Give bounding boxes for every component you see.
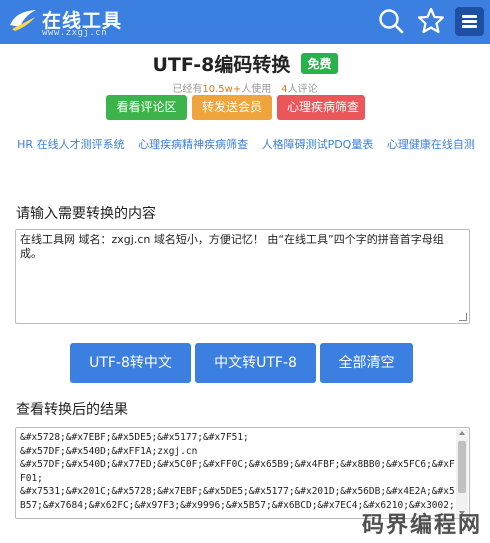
users-count: 10.5w+ [202,84,242,95]
link-hr-assessment[interactable]: HR 在线人才测评系统 [17,138,124,151]
usage-stats: 已经有10.5w+人使用 4人评论 [172,84,318,95]
input-label: 请输入需要转换的内容 [16,206,156,222]
search-icon [379,9,404,34]
view-comments-button[interactable]: 看看评论区 [106,95,187,120]
clear-all-button[interactable]: 全部清空 [320,343,413,383]
utf8-to-chinese-button[interactable]: UTF-8转中文 [70,343,191,383]
star-icon [417,7,445,34]
scroll-thumb[interactable] [458,441,466,493]
link-mental-screening[interactable]: 心理疾病精神疾病筛查 [138,138,248,151]
menu-icon [462,15,477,18]
share-membership-button[interactable]: 转发送会员 [192,95,272,120]
chinese-to-utf8-button[interactable]: 中文转UTF-8 [195,343,316,383]
link-mental-health-test[interactable]: 心理健康在线自测 [387,138,475,151]
related-links: HR 在线人才测评系统 心理疾病精神疾病筛查 人格障碍测试PDQ量表 心理健康在… [10,136,482,154]
link-pdq-test[interactable]: 人格障碍测试PDQ量表 [262,138,374,151]
mental-screening-button[interactable]: 心理疾病筛查 [277,95,365,120]
output-label: 查看转换后的结果 [16,402,128,418]
free-badge: 免费 [301,53,338,74]
top-navbar: 在线工具 www.zxgj.cn [0,0,490,44]
action-buttons: 看看评论区 转发送会员 心理疾病筛查 [106,95,370,120]
site-logo[interactable]: 在线工具 www.zxgj.cn [8,5,148,39]
search-button[interactable] [376,6,406,36]
menu-button[interactable] [455,7,484,36]
output-textarea[interactable]: &#x5728;&#x7EBF;&#x5DE5;&#x5177;&#x7F51;… [15,427,470,519]
page-title: UTF-8编码转换 [152,54,291,76]
input-textarea[interactable]: 在线工具网 域名：zxgj.cn 域名短小，方便记忆！ 由“在线工具”四个字的拼… [15,229,470,324]
scroll-up-icon[interactable] [459,431,465,435]
output-scrollbar[interactable] [456,429,468,517]
logo-domain: www.zxgj.cn [42,28,108,38]
resize-handle[interactable] [459,313,467,321]
input-text: 在线工具网 域名：zxgj.cn 域名短小，方便记忆！ 由“在线工具”四个字的拼… [20,233,444,260]
logo-mark-icon [10,10,36,31]
favorite-button[interactable] [416,6,446,36]
watermark: 码界编程网 [361,513,482,538]
output-text: &#x5728;&#x7EBF;&#x5DE5;&#x5177;&#x7F51;… [20,432,455,511]
